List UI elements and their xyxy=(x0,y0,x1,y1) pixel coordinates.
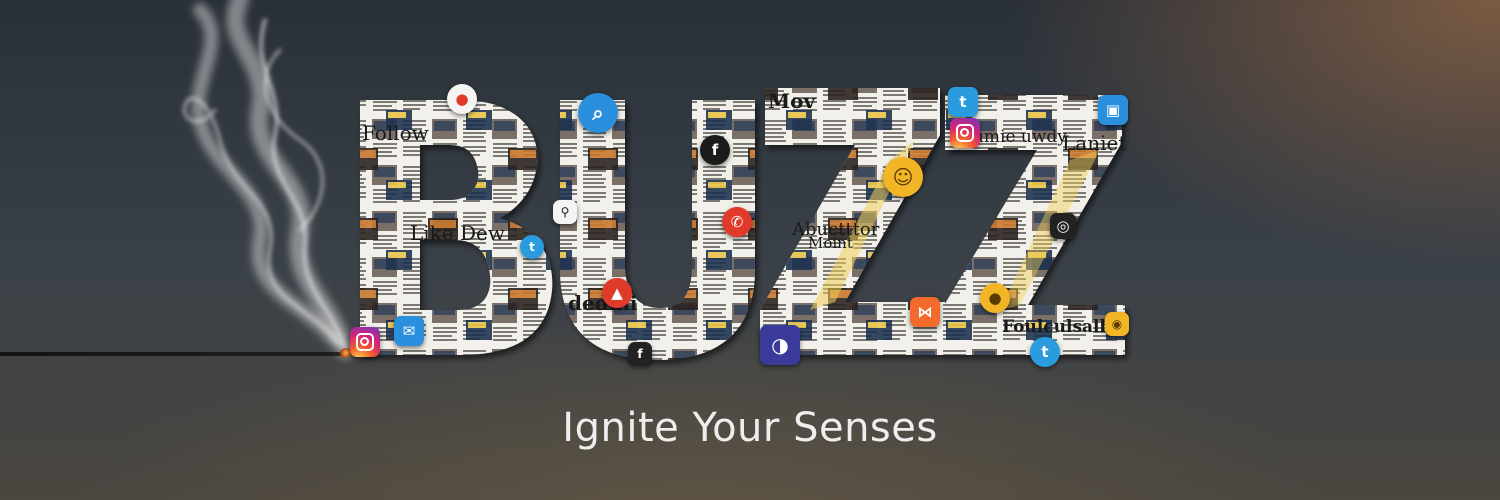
phone-icon: ✆ xyxy=(722,207,752,237)
banner: Follow Like Dew Mov Laniet Foulculsalb d… xyxy=(0,0,1500,500)
instagram-icon xyxy=(350,327,380,357)
instagram-top-icon xyxy=(950,118,980,148)
incense-stick xyxy=(0,352,350,356)
tagline: Ignite Your Senses xyxy=(562,405,938,451)
camera-icon: ◎ xyxy=(1050,213,1076,239)
headline-laniet: Laniet xyxy=(1062,131,1126,155)
mail-icon: ✉ xyxy=(394,316,424,346)
twitter-icon: t xyxy=(520,235,544,259)
headline-foul: Foulculsalb xyxy=(1002,317,1112,337)
search-icon: ⌕ xyxy=(578,93,618,133)
facebook-icon: f xyxy=(700,135,730,165)
alert-icon: ▲ xyxy=(602,278,632,308)
headline-mov: Mov xyxy=(768,89,816,113)
location-pin-icon: ● xyxy=(447,84,477,114)
twitter-top-icon: t xyxy=(948,87,978,117)
location-icon: ⚲ xyxy=(553,200,577,224)
headline-moint: Moint xyxy=(808,234,853,252)
app-icon: ▣ xyxy=(1098,95,1128,125)
headline-follow: Follow xyxy=(362,121,429,145)
facebook-small-icon: f xyxy=(628,342,652,366)
smiley-icon: ☺ xyxy=(883,157,923,197)
play-icon: ⋈ xyxy=(910,297,940,327)
headline-like: Like Dew xyxy=(410,221,505,245)
badge-icon: ◉ xyxy=(1105,312,1129,336)
twitter-bottom-icon: t xyxy=(1030,337,1060,367)
message-icon: ◑ xyxy=(760,325,800,365)
coin-icon: ● xyxy=(980,283,1010,313)
